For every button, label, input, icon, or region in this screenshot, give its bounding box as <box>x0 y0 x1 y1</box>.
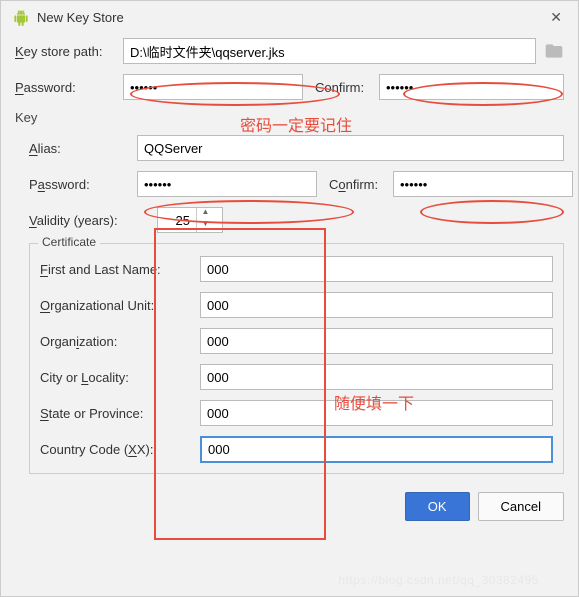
keystore-confirm-label: Confirm: <box>315 80 371 95</box>
org-unit-row: Organizational Unit: <box>40 292 553 318</box>
org-row: Organization: <box>40 328 553 354</box>
key-password-input[interactable] <box>137 171 317 197</box>
keystore-path-row: Key store path: <box>15 38 564 64</box>
keystore-password-row: Password: Confirm: <box>15 74 564 100</box>
validity-spinner[interactable]: ▲ ▼ <box>157 207 223 233</box>
dialog-content: Key store path: Password: Confirm: Key A… <box>1 34 578 484</box>
validity-row: Validity (years): ▲ ▼ <box>29 207 564 233</box>
first-last-input[interactable] <box>200 256 553 282</box>
android-icon <box>13 10 29 26</box>
alias-input[interactable] <box>137 135 564 161</box>
country-row: Country Code (XX): <box>40 436 553 463</box>
org-unit-input[interactable] <box>200 292 553 318</box>
key-password-label: Password: <box>29 177 129 192</box>
city-row: City or Locality: <box>40 364 553 390</box>
dialog-title: New Key Store <box>37 10 546 25</box>
key-password-row: Password: Confirm: <box>29 171 564 197</box>
certificate-group: Certificate First and Last Name: Organiz… <box>29 243 564 474</box>
country-label: Country Code (XX): <box>40 442 200 457</box>
validity-label: Validity (years): <box>29 213 149 228</box>
ok-button[interactable]: OK <box>405 492 470 521</box>
alias-row: Alias: <box>29 135 564 161</box>
button-bar: OK Cancel <box>1 484 578 531</box>
state-label: State or Province: <box>40 406 200 421</box>
spinner-buttons: ▲ ▼ <box>196 208 214 232</box>
key-section: Alias: Password: Confirm: Validity (year… <box>15 135 564 474</box>
keystore-path-input[interactable] <box>123 38 536 64</box>
keystore-password-label: Password: <box>15 80 115 95</box>
keystore-confirm-input[interactable] <box>379 74 564 100</box>
org-label: Organization: <box>40 334 200 349</box>
key-confirm-input[interactable] <box>393 171 573 197</box>
dialog-window: New Key Store ✕ Key store path: Password… <box>0 0 579 597</box>
folder-icon[interactable] <box>544 41 564 61</box>
titlebar: New Key Store ✕ <box>1 1 578 34</box>
key-confirm-label: Confirm: <box>329 177 385 192</box>
org-unit-label: Organizational Unit: <box>40 298 200 313</box>
validity-input[interactable] <box>158 213 196 228</box>
state-input[interactable] <box>200 400 553 426</box>
close-icon[interactable]: ✕ <box>546 9 566 26</box>
keystore-path-label: Key store path: <box>15 44 115 59</box>
state-row: State or Province: <box>40 400 553 426</box>
spinner-down-icon[interactable]: ▼ <box>197 220 214 232</box>
first-last-row: First and Last Name: <box>40 256 553 282</box>
certificate-legend: Certificate <box>38 235 100 249</box>
alias-label: Alias: <box>29 141 129 156</box>
org-input[interactable] <box>200 328 553 354</box>
key-section-label: Key <box>15 110 564 125</box>
city-input[interactable] <box>200 364 553 390</box>
first-last-label: First and Last Name: <box>40 262 200 277</box>
keystore-password-input[interactable] <box>123 74 303 100</box>
cancel-button[interactable]: Cancel <box>478 492 564 521</box>
city-label: City or Locality: <box>40 370 200 385</box>
country-input[interactable] <box>200 436 553 463</box>
